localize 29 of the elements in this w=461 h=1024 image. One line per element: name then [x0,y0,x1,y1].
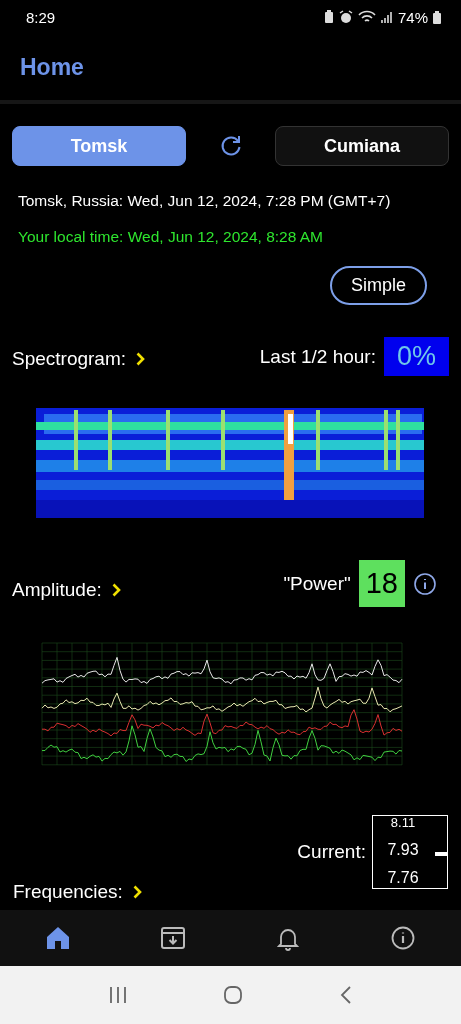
section-label: Frequencies: [13,881,123,903]
location-tab[interactable]: Cumiana [275,126,449,166]
chevron-icon[interactable] [111,583,121,597]
battery-saver-icon [323,10,334,24]
chevron-icon[interactable] [132,885,142,899]
section-label: Spectrogram: [12,348,127,370]
archive-icon [158,924,187,952]
percent-badge: 0% [383,337,449,376]
wifi-icon [357,10,376,24]
info-icon[interactable] [413,571,437,596]
local-time: Your local time: Wed, Jun 12, 2024, 8:28 AM [18,228,325,246]
battery-percent: 74% [397,8,428,26]
mode-button[interactable]: Simple [330,266,427,305]
recent-apps-icon[interactable] [107,986,128,1004]
chevron-icon[interactable] [136,352,146,366]
page-title: Home [20,53,84,81]
last-half-hour-label: Last 1/2 hour: [259,345,376,368]
power-label: "Power" [283,572,351,595]
location-time: Tomsk, Russia: Wed, Jun 12, 2024, 7:28 PM (GMT+7) [18,192,392,210]
alarm-icon [338,10,353,24]
power-badge: 18 [358,560,405,607]
value-picker[interactable]: 8.11 7.93 7.76 [372,815,448,889]
section-label: Amplitude: [12,579,102,601]
current-label: Current: [297,841,366,863]
battery-icon [433,10,441,24]
back-icon[interactable] [339,985,354,1005]
clock: 8:29 [26,8,56,26]
home-button-icon[interactable] [223,985,244,1005]
signal-icon [380,11,393,23]
